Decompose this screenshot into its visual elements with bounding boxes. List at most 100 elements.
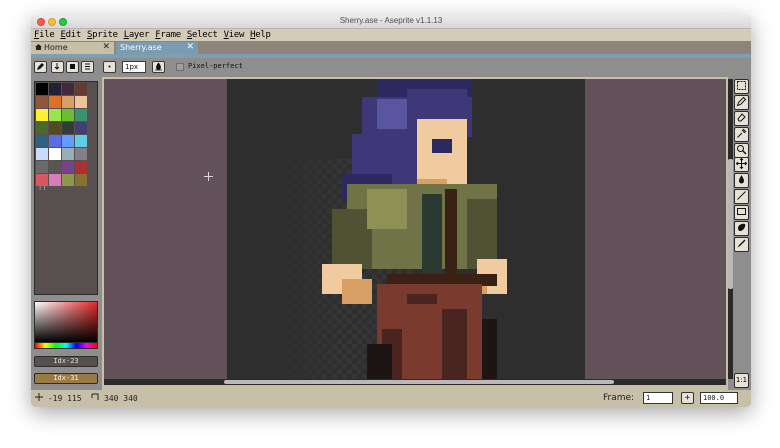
palette-swatch[interactable] [49,83,61,95]
pencil-tool[interactable] [734,95,749,110]
brush-line-button[interactable] [81,61,94,73]
horizontal-scroll-thumb[interactable] [224,380,614,384]
palette-swatch[interactable] [75,148,87,160]
palette-swatch[interactable] [62,161,74,173]
pixel-perfect-checkbox[interactable] [176,63,184,71]
zoom-input[interactable]: 100.0 [700,392,738,404]
palette-swatch[interactable] [75,122,87,134]
background-color-button[interactable]: Idx-31 [34,373,98,384]
tab-sherry-close-icon[interactable]: ✕ [186,42,194,52]
pencil-icon [736,96,747,107]
sprite-size: 340 340 [104,394,138,403]
palette-swatch[interactable] [36,109,48,121]
line-icon [737,191,746,200]
dot-icon [108,65,111,68]
brush-tool[interactable] [734,237,749,252]
menu-file[interactable]: File [34,30,55,40]
foreground-color-button[interactable]: Idx-23 [34,356,98,367]
palette-swatch[interactable] [75,109,87,121]
palette-swatch[interactable] [36,96,48,108]
tab-sherry-label: Sherry.ase [120,43,162,52]
add-frame-button[interactable]: + [681,392,694,404]
eyedropper-tool[interactable] [734,127,749,142]
sprite-pixel-block [445,189,457,279]
line-tool[interactable] [734,189,749,204]
sprite-pixel-block [367,189,407,229]
palette-swatch[interactable] [36,174,48,186]
palette-swatch[interactable] [62,122,74,134]
palette-swatch[interactable] [36,83,48,95]
palette-swatch[interactable] [49,109,61,121]
tab-home[interactable]: Home ✕ [31,42,114,54]
palette-swatch[interactable] [75,161,87,173]
palette-swatch[interactable] [75,83,87,95]
tab-sherry[interactable]: Sherry.ase ✕ [116,42,198,54]
menu-view[interactable]: View [224,30,245,40]
palette-swatch[interactable] [49,148,61,160]
brush-point-button[interactable] [103,61,116,73]
palette-swatch[interactable] [75,174,87,186]
menu-help[interactable]: Help [250,30,271,40]
palette-swatch[interactable] [36,122,48,134]
status-bar: -19 115 340 340 Frame: 1 + 100.0 [31,390,751,407]
menu-layer[interactable]: Layer [124,30,150,40]
pencil-icon [37,63,44,70]
brush-size-input[interactable]: 1px [122,61,146,73]
sprite-canvas[interactable] [227,79,585,379]
tab-home-close-icon[interactable]: ✕ [102,42,110,52]
brush-square-button[interactable] [66,61,79,73]
palette-swatch[interactable] [75,135,87,147]
palette-swatch[interactable] [62,83,74,95]
home-icon [35,44,42,50]
menu-frame[interactable]: Frame [155,30,181,40]
palette-swatch[interactable] [62,109,74,121]
palette-swatch[interactable] [62,135,74,147]
rectangle-tool[interactable] [734,205,749,220]
menu-edit[interactable]: Edit [60,30,81,40]
brush-angle-button[interactable] [51,61,64,73]
palette-swatch[interactable] [62,148,74,160]
palette-swatch[interactable] [49,122,61,134]
left-panel: !! Idx-23 Idx-31 [31,77,102,394]
brush-icon [737,239,746,248]
hue-slider[interactable] [34,343,98,349]
vertical-scrollbar[interactable] [728,79,733,379]
sprite-editor[interactable] [104,79,726,379]
zoom-tool[interactable] [734,143,749,158]
ink-button[interactable] [152,61,165,73]
eyedropper-icon [737,128,747,138]
palette-swatch[interactable] [49,135,61,147]
palette-swatch[interactable] [49,161,61,173]
vertical-scroll-thumb[interactable] [728,159,733,289]
marquee-tool[interactable] [734,79,749,94]
sprite-pixel-block [467,199,497,269]
frame-input[interactable]: 1 [643,392,673,404]
blur-icon [738,223,746,231]
pixel-perfect-label: Pixel-perfect [188,62,243,70]
color-picker-field[interactable] [34,301,98,343]
palette-swatch[interactable] [49,174,61,186]
palette-swatch[interactable] [62,174,74,186]
selection-size-icon [91,393,99,400]
color-palette[interactable]: !! [34,81,98,295]
bucket-icon [739,175,744,184]
palette-swatch[interactable] [49,96,61,108]
move-tool[interactable] [734,157,749,172]
sprite-pixel-block [407,294,437,304]
blur-tool[interactable] [734,221,749,236]
eraser-tool[interactable] [734,111,749,126]
zoom-reset-button[interactable]: 1:1 [734,373,749,388]
palette-swatch[interactable] [62,96,74,108]
ink-icon [155,62,162,71]
paint-bucket-tool[interactable] [734,173,749,188]
menu-sprite[interactable]: Sprite [87,30,118,40]
menu-select[interactable]: Select [187,30,218,40]
palette-swatch[interactable] [75,96,87,108]
tab-bar: Home ✕ Sherry.ase ✕ [31,41,751,54]
horizontal-scrollbar[interactable] [104,379,726,385]
palette-swatch[interactable] [36,135,48,147]
brush-type-button[interactable] [34,61,47,73]
palette-swatch[interactable] [36,148,48,160]
palette-swatch[interactable] [36,161,48,173]
frame-label: Frame: [603,393,635,403]
